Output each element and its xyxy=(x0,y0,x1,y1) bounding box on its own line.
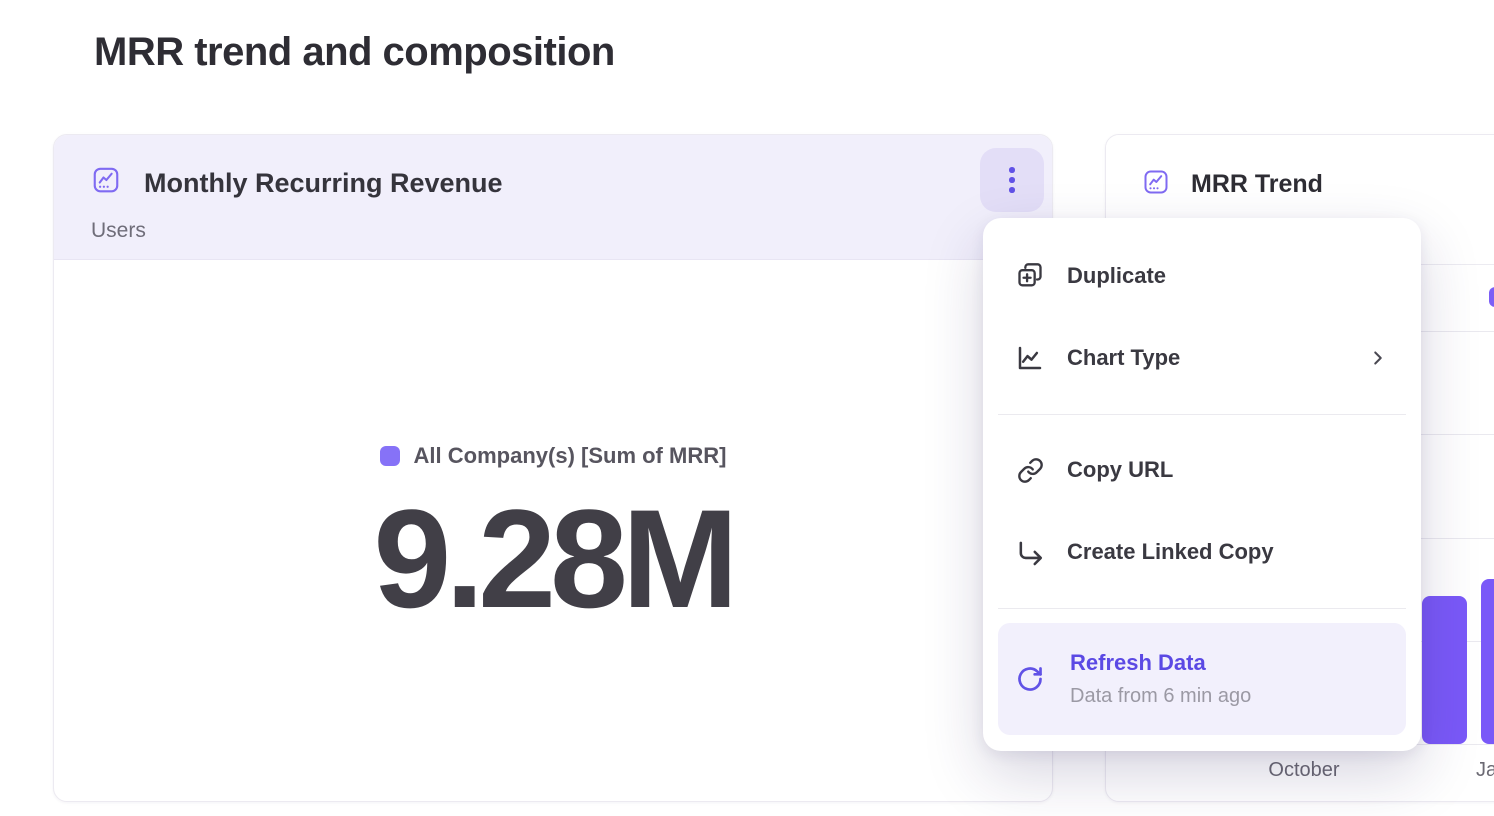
refresh-icon xyxy=(1016,665,1044,693)
x-axis-label: October xyxy=(1268,759,1339,782)
menu-item-refresh-data[interactable]: Refresh Data Data from 6 min ago xyxy=(998,623,1406,735)
menu-item-label: Chart Type xyxy=(1067,345,1180,371)
x-axis-label: Ja xyxy=(1476,759,1494,782)
menu-item-label: Duplicate xyxy=(1067,263,1166,289)
menu-item-create-linked-copy[interactable]: Create Linked Copy xyxy=(983,511,1421,593)
legend-swatch-icon xyxy=(380,446,400,466)
chevron-right-icon xyxy=(1367,347,1389,369)
menu-item-chart-type[interactable]: Chart Type xyxy=(983,317,1421,399)
corner-down-right-icon xyxy=(1015,538,1045,567)
menu-divider xyxy=(998,608,1406,609)
menu-item-label: Copy URL xyxy=(1067,457,1173,483)
legend-swatch-icon xyxy=(1489,287,1494,307)
mrr-kpi-card-header: Monthly Recurring Revenue Users xyxy=(54,135,1052,260)
chart-type-icon xyxy=(1015,343,1045,373)
page-title: MRR trend and composition xyxy=(94,30,615,75)
menu-item-label: Create Linked Copy xyxy=(1067,539,1274,565)
menu-divider xyxy=(998,414,1406,415)
bar-november xyxy=(1422,596,1467,744)
mrr-kpi-card: Monthly Recurring Revenue Users All Comp… xyxy=(53,134,1053,802)
card-title: MRR Trend xyxy=(1191,170,1323,199)
kebab-dot xyxy=(1009,187,1015,193)
kebab-dot xyxy=(1009,167,1015,173)
duplicate-icon xyxy=(1015,262,1045,290)
menu-item-duplicate[interactable]: Duplicate xyxy=(983,235,1421,317)
menu-item-copy-url[interactable]: Copy URL xyxy=(983,429,1421,511)
kpi-value: 9.28M xyxy=(54,489,1052,629)
card-subtitle: Users xyxy=(91,219,146,243)
dashboard-page: MRR trend and composition Monthly Recurr… xyxy=(0,0,1494,816)
card-title: Monthly Recurring Revenue xyxy=(144,168,503,199)
menu-item-sublabel: Data from 6 min ago xyxy=(1070,685,1251,708)
kpi-legend: All Company(s) [Sum of MRR] xyxy=(380,443,727,469)
link-icon xyxy=(1015,457,1045,484)
chart-frame-icon xyxy=(91,165,121,195)
kebab-menu-button[interactable] xyxy=(980,148,1044,212)
chart-frame-icon xyxy=(1142,168,1170,196)
kpi-block: All Company(s) [Sum of MRR] 9.28M xyxy=(54,443,1052,629)
kpi-legend-label: All Company(s) [Sum of MRR] xyxy=(414,443,727,469)
bar-december xyxy=(1481,579,1494,744)
context-menu: Duplicate Chart Type xyxy=(983,218,1421,751)
menu-item-label: Refresh Data xyxy=(1070,650,1251,676)
kebab-dot xyxy=(1009,177,1015,183)
